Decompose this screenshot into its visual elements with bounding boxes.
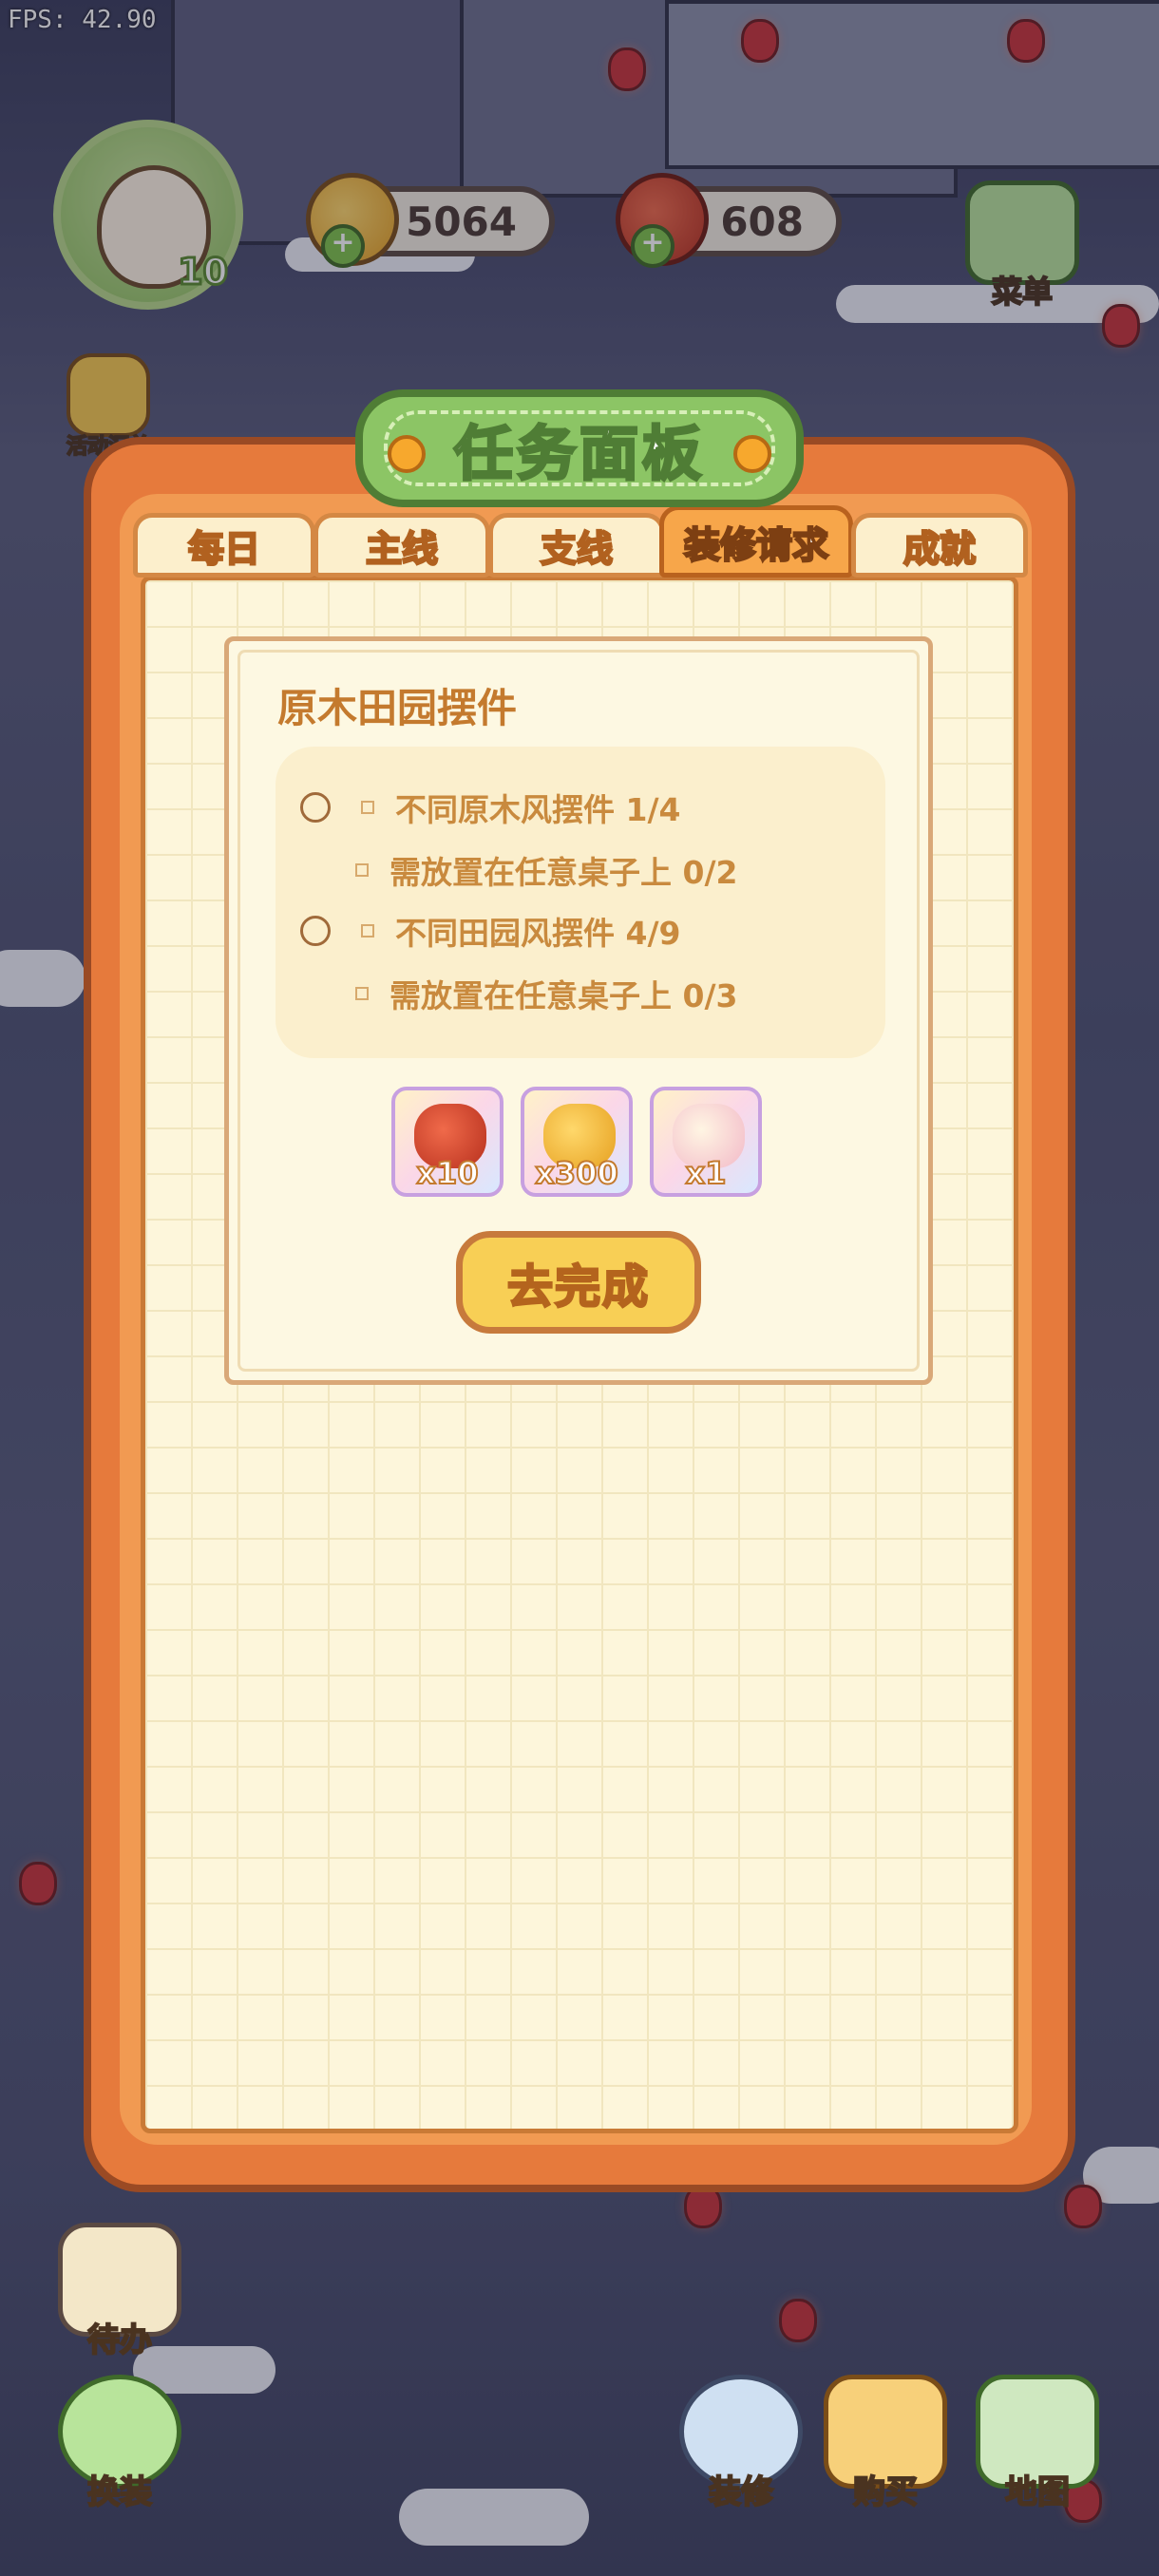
reward-quantity: x300	[534, 1154, 618, 1192]
reward-quantity: x1	[685, 1154, 728, 1192]
task-title: 原木田园摆件	[277, 685, 518, 731]
bullet-square-icon	[361, 801, 374, 814]
map-label: 地图	[1004, 2472, 1071, 2512]
map-button[interactable]: 地图	[971, 2375, 1104, 2512]
todo-label: 待办	[86, 2320, 153, 2360]
decorate-label: 装修	[708, 2472, 774, 2512]
tab-main[interactable]: 主线	[314, 513, 490, 578]
decorate-button[interactable]: 装修	[674, 2375, 808, 2512]
dress-up-label: 换装	[86, 2472, 153, 2512]
reward-coins[interactable]: x300	[521, 1087, 633, 1197]
tab-decoration-request[interactable]: 装修请求	[659, 505, 853, 578]
radio-circle-icon	[300, 792, 331, 823]
requirement-text: 需放置在任意桌子上 0/3	[390, 977, 738, 1014]
dress-up-button[interactable]: 换装	[53, 2375, 186, 2512]
tab-daily[interactable]: 每日	[133, 513, 315, 578]
requirement-text: 需放置在任意桌子上 0/2	[390, 854, 738, 891]
reward-character-card[interactable]: x1	[650, 1087, 762, 1197]
requirement-text: 不同田园风摆件 4/9	[395, 915, 681, 952]
go-complete-button[interactable]: 去完成	[456, 1231, 701, 1334]
buy-label: 购买	[852, 2472, 919, 2512]
requirement-item: 不同田园风摆件 4/9	[300, 908, 680, 954]
requirement-text: 不同原木风摆件 1/4	[395, 791, 681, 828]
bullet-square-icon	[355, 987, 369, 1000]
radio-circle-icon	[300, 916, 331, 946]
tab-side[interactable]: 支线	[488, 513, 665, 578]
tab-achievements[interactable]: 成就	[851, 513, 1028, 578]
requirement-item: 不同原木风摆件 1/4	[300, 785, 680, 830]
requirement-subitem: 需放置在任意桌子上 0/3	[355, 971, 737, 1016]
bullet-square-icon	[361, 924, 374, 938]
buy-button[interactable]: 购买	[819, 2375, 952, 2512]
requirement-subitem: 需放置在任意桌子上 0/2	[355, 847, 737, 893]
reward-quantity: x10	[415, 1154, 479, 1192]
panel-title: 任务面板	[452, 418, 705, 490]
panel-title-banner: 任务面板	[355, 389, 804, 507]
todo-button[interactable]: 待办	[53, 2223, 186, 2360]
bullet-square-icon	[355, 863, 369, 877]
reward-tomato[interactable]: x10	[391, 1087, 504, 1197]
